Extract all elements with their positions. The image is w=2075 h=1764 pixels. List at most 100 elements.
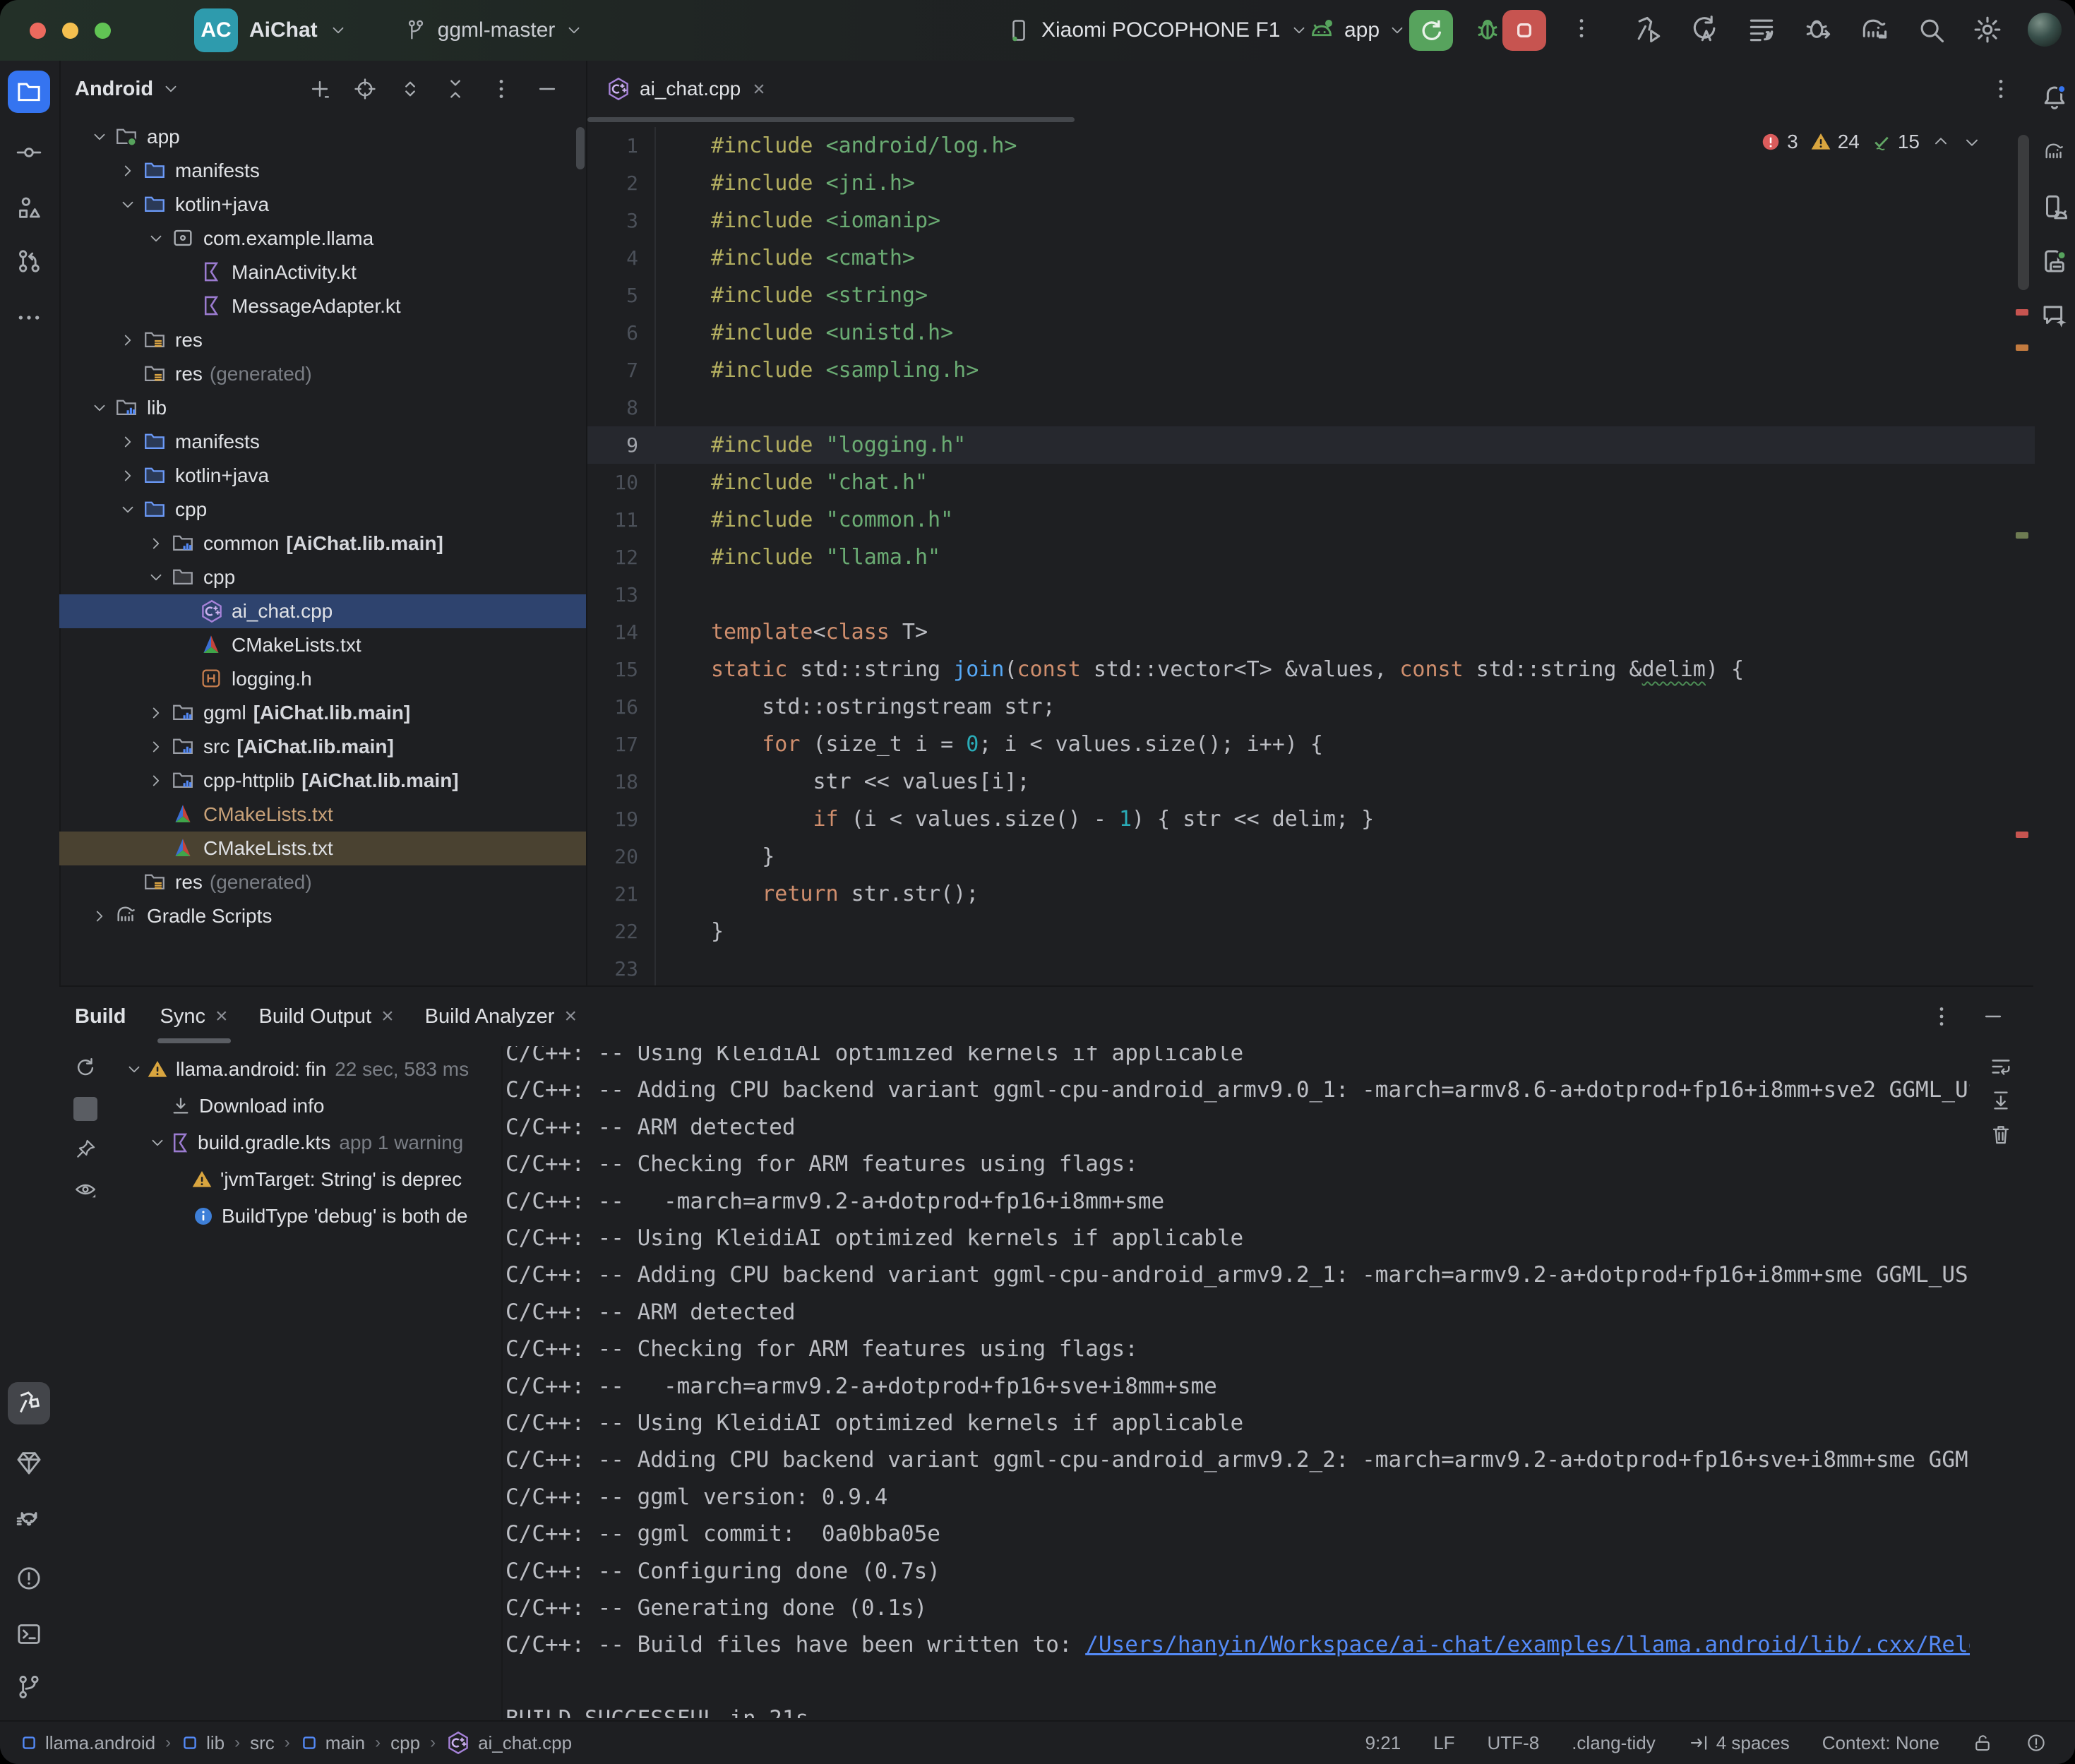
tree-item-kotlin-java[interactable]: kotlin+java	[59, 459, 586, 493]
soft-wrap-icon[interactable]	[1989, 1055, 2013, 1079]
tree-item-manifests[interactable]: manifests	[59, 154, 586, 188]
prev-problem-icon[interactable]	[1931, 132, 1951, 152]
attach-debugger-button[interactable]	[1802, 13, 1834, 46]
status-widget-unlock[interactable]	[1972, 1732, 1993, 1753]
toolbar-item-gradle[interactable]	[2033, 131, 2075, 174]
close-icon[interactable]	[749, 79, 769, 99]
toolbar-item-logcat[interactable]	[8, 1501, 50, 1543]
clear-all-icon[interactable]	[1989, 1122, 2013, 1146]
status-widget-lf[interactable]: LF	[1433, 1732, 1454, 1754]
tree-item-res[interactable]: res(generated)	[59, 357, 586, 391]
close-icon[interactable]: ×	[564, 1004, 577, 1028]
next-problem-icon[interactable]	[1962, 132, 1982, 152]
breadcrumb-item[interactable]: src	[250, 1732, 275, 1754]
add-icon[interactable]	[308, 77, 332, 101]
zoom-window-button[interactable]	[95, 23, 111, 39]
sync-tree-item[interactable]: build.gradle.ktsapp 1 warning	[59, 1125, 501, 1160]
tree-item-app[interactable]: app	[59, 120, 586, 154]
run-config-selector[interactable]: app	[1344, 18, 1380, 42]
tree-item-lib[interactable]: lib	[59, 391, 586, 425]
build-console[interactable]: C/C++: -- Using KleidiAI optimized kerne…	[503, 1046, 1970, 1718]
sync-tree-item[interactable]: BuildType 'debug' is both de	[59, 1199, 501, 1234]
hide-panel-icon[interactable]	[535, 77, 559, 101]
debug-button[interactable]	[1473, 14, 1502, 44]
avatar[interactable]	[2028, 13, 2062, 47]
toolbar-item-project[interactable]	[8, 71, 50, 113]
sync-tree-item[interactable]: llama.android: fin22 sec, 583 ms	[59, 1052, 501, 1087]
build-tab-build-output[interactable]: Build Output×	[244, 987, 409, 1046]
tree-item-manifests[interactable]: manifests	[59, 425, 586, 459]
kebab-icon[interactable]	[489, 76, 514, 102]
hide-build-panel-button[interactable]	[1981, 1004, 2005, 1028]
profiler-button[interactable]	[1745, 13, 1778, 46]
toolbar-item-structure[interactable]	[8, 186, 50, 229]
toolbar-item-pull-requests[interactable]	[8, 240, 50, 282]
toolbar-item-app-quality-insights[interactable]	[8, 1441, 50, 1484]
tree-item-src[interactable]: src[AiChat.lib.main]	[59, 730, 586, 764]
project-tree-scrollbar[interactable]	[576, 127, 585, 169]
breadcrumb-item[interactable]: cpp	[390, 1732, 420, 1754]
close-icon[interactable]: ×	[381, 1004, 394, 1028]
sync-tree-item[interactable]: Download info	[59, 1088, 501, 1124]
tree-item-cpp[interactable]: cpp	[59, 560, 586, 594]
console-link[interactable]: /Users/hanyin/Workspace/ai-chat/examples…	[1085, 1632, 1970, 1657]
toolbar-item-more-tool-windows[interactable]	[8, 296, 50, 339]
tree-item-kotlin-java[interactable]: kotlin+java	[59, 188, 586, 222]
tree-item-com-example-llama[interactable]: com.example.llama	[59, 222, 586, 256]
tree-item-cpp[interactable]: cpp	[59, 493, 586, 527]
scroll-to-end-icon[interactable]	[1989, 1088, 2013, 1112]
editor-hscrollbar[interactable]	[587, 117, 1075, 122]
tree-item-common[interactable]: common[AiChat.lib.main]	[59, 527, 586, 560]
status-widget-utf-8[interactable]: UTF-8	[1488, 1732, 1540, 1754]
stop-button[interactable]	[1502, 10, 1546, 51]
error-stripe-mark[interactable]	[2016, 344, 2028, 351]
status-widget-4-spaces[interactable]: 4 spaces	[1688, 1732, 1790, 1754]
tree-item-cmakelists-txt[interactable]: CMakeLists.txt	[59, 832, 586, 865]
toolbar-item-device-manager[interactable]	[2033, 186, 2075, 229]
build-tab-sync[interactable]: Sync×	[145, 987, 244, 1046]
tab-ai-chat-cpp[interactable]: ai_chat.cpp	[587, 61, 2035, 117]
toolbar-item-notifications[interactable]	[2033, 76, 2075, 119]
gradle-sync-button[interactable]	[1858, 13, 1891, 46]
tree-item-ggml[interactable]: ggml[AiChat.lib.main]	[59, 696, 586, 730]
tree-item-res[interactable]: res	[59, 323, 586, 357]
tree-item-cpp-httplib[interactable]: cpp-httplib[AiChat.lib.main]	[59, 764, 586, 798]
tree-item-mainactivity-kt[interactable]: MainActivity.kt	[59, 256, 586, 289]
status-widget-alert-circle[interactable]	[2026, 1732, 2047, 1753]
breadcrumb-item[interactable]: llama.android	[20, 1732, 155, 1754]
toolbar-item-running-devices[interactable]	[2033, 240, 2075, 282]
close-window-button[interactable]	[30, 23, 46, 39]
settings-button[interactable]	[1971, 13, 2004, 46]
toolbar-item-version-control[interactable]	[8, 1666, 50, 1708]
breadcrumb-item[interactable]: ai_chat.cpp	[446, 1730, 572, 1756]
status-widget-context-none[interactable]: Context: None	[1822, 1732, 1939, 1754]
tree-item-cmakelists-txt[interactable]: CMakeLists.txt	[59, 628, 586, 662]
tree-item-cmakelists-txt[interactable]: CMakeLists.txt	[59, 798, 586, 832]
toolbar-item-gemini[interactable]	[2033, 295, 2075, 337]
branch-selector[interactable]: ggml-master	[438, 18, 556, 42]
error-stripe-mark[interactable]	[2016, 832, 2028, 838]
collapse-all-icon[interactable]	[443, 77, 467, 101]
inspections-widget[interactable]: 3 24 15	[1760, 124, 1982, 160]
locate-file-icon[interactable]	[353, 77, 377, 101]
build-project-button[interactable]	[1632, 13, 1665, 46]
breadcrumb-item[interactable]: main	[300, 1732, 365, 1754]
status-widget--clang-tidy[interactable]: .clang-tidy	[1572, 1732, 1656, 1754]
project-selector[interactable]: AiChat	[249, 18, 318, 42]
sync-tree-item[interactable]: 'jvmTarget: String' is deprec	[59, 1162, 501, 1197]
build-tab-build-analyzer[interactable]: Build Analyzer×	[409, 987, 592, 1046]
toolbar-item-build[interactable]	[8, 1382, 50, 1424]
build-tool-label[interactable]: Build	[75, 1005, 126, 1028]
error-stripe-mark[interactable]	[2016, 309, 2028, 316]
minimize-window-button[interactable]	[62, 23, 78, 39]
rerun-button[interactable]	[1409, 10, 1453, 51]
code-area[interactable]: 1#include <android/log.h>2#include <jni.…	[587, 127, 2035, 985]
tree-item-ai-chat-cpp[interactable]: ai_chat.cpp	[59, 594, 586, 628]
apply-changes-button[interactable]	[1689, 13, 1721, 46]
tree-item-messageadapter-kt[interactable]: MessageAdapter.kt	[59, 289, 586, 323]
error-stripe-mark[interactable]	[2016, 532, 2028, 539]
project-icon[interactable]: AC	[194, 8, 238, 52]
editor-options-button[interactable]	[1988, 76, 2014, 102]
tree-item-gradle-scripts[interactable]: Gradle Scripts	[59, 899, 586, 933]
breadcrumb-item[interactable]: lib	[181, 1732, 225, 1754]
